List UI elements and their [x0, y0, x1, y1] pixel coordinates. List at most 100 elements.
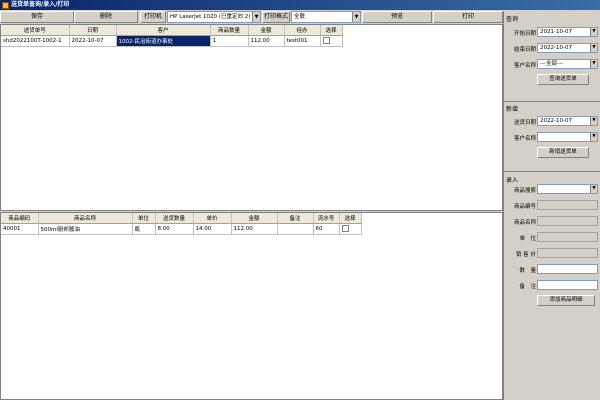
- note-label: 备 注: [519, 284, 536, 290]
- product-name-field: [537, 216, 598, 226]
- items-header-row: 商品编码 商品名称 单位 送货数量 单价 金额 备注 流水号 选择: [1, 213, 362, 224]
- column-header[interactable]: 日期: [69, 25, 117, 36]
- order-amount[interactable]: 112.00: [248, 35, 285, 47]
- quantity-label: 数 量: [519, 268, 536, 274]
- app-icon: [2, 1, 9, 9]
- sale-price-label: 销 售 价: [516, 252, 536, 258]
- start-date-label: 开始日期: [513, 31, 536, 37]
- product-search-select[interactable]: ▼: [537, 184, 598, 194]
- order-select-cell[interactable]: [320, 35, 343, 47]
- product-search-label: 商品搜索: [513, 188, 536, 194]
- product-code-field: [537, 200, 598, 210]
- column-header[interactable]: 经办: [284, 25, 321, 36]
- chevron-down-icon[interactable]: ▼: [352, 12, 360, 22]
- chevron-down-icon[interactable]: ▼: [252, 12, 260, 22]
- chevron-down-icon[interactable]: ▼: [590, 185, 597, 193]
- unit-label: 单 位: [519, 236, 536, 242]
- order-qty[interactable]: 1: [210, 35, 249, 47]
- item-select-cell[interactable]: [339, 223, 362, 235]
- query-customer-label: 客户名称: [513, 63, 536, 69]
- orders-grid[interactable]: 送货单号 日期 客户 商品数量 金额 经办 选择 shd2022100T-100…: [0, 24, 503, 211]
- start-date-value: 2021-10-07: [540, 29, 572, 35]
- table-row[interactable]: 40001 500ml厨邦酱油 瓶 8.00 14.00 112.00 60: [1, 223, 362, 235]
- window-title: 送货单查询/录入/打印: [11, 1, 70, 8]
- order-customer[interactable]: 1002-民治街道办事处: [116, 35, 211, 47]
- query-section-title: 查询: [506, 16, 519, 23]
- printer-select[interactable]: HP LaserJet 1020 (已重定向 2) ▼: [167, 11, 261, 23]
- end-date-field[interactable]: 2022-10-07 ▼: [537, 43, 598, 53]
- end-date-value: 2022-10-07: [540, 45, 572, 51]
- column-header[interactable]: 商品编码: [1, 213, 39, 224]
- column-header[interactable]: 商品数量: [210, 25, 249, 36]
- column-header[interactable]: 备注: [277, 213, 314, 224]
- right-panel: 查询 开始日期 2021-10-07 ▼ 结束日期 2022-10-07 ▼ 客…: [503, 11, 600, 400]
- new-section-title: 新增: [506, 106, 519, 113]
- table-row[interactable]: shd2022100T-1002-1 2022-10-07 1002-民治街道办…: [1, 35, 343, 47]
- entry-section-title: 录入: [506, 177, 519, 184]
- divider: [504, 171, 600, 172]
- chevron-down-icon[interactable]: ▼: [590, 60, 597, 68]
- items-table: 商品编码 商品名称 单位 送货数量 单价 金额 备注 流水号 选择 40001 …: [1, 213, 362, 235]
- chevron-down-icon[interactable]: ▼: [590, 44, 597, 52]
- query-customer-select[interactable]: ---全部--- ▼: [537, 59, 598, 69]
- print-format-select[interactable]: 全联 ▼: [291, 11, 361, 23]
- title-bar: 送货单查询/录入/打印: [0, 0, 600, 10]
- preview-button[interactable]: 预览: [362, 11, 432, 23]
- column-header[interactable]: 单位: [132, 213, 156, 224]
- unit-field: [537, 232, 598, 242]
- item-price[interactable]: 14.00: [193, 223, 232, 235]
- column-header[interactable]: 商品名称: [38, 213, 133, 224]
- orders-header-row: 送货单号 日期 客户 商品数量 金额 经办 选择: [1, 25, 343, 36]
- product-name-label: 商品名称: [513, 220, 536, 226]
- item-serial[interactable]: 60: [313, 223, 340, 235]
- select-checkbox[interactable]: [322, 37, 330, 44]
- delivery-date-field[interactable]: 2022-10-07 ▼: [537, 116, 598, 126]
- printer-value: HP LaserJet 1020 (已重定向 2): [170, 14, 251, 20]
- order-date[interactable]: 2022-10-07: [69, 35, 117, 47]
- column-header[interactable]: 单价: [193, 213, 232, 224]
- column-header[interactable]: 送货单号: [1, 25, 70, 36]
- chevron-down-icon[interactable]: ▼: [590, 28, 597, 36]
- item-qty[interactable]: 8.00: [155, 223, 194, 235]
- column-header[interactable]: 流水号: [313, 213, 340, 224]
- column-header[interactable]: 金额: [231, 213, 278, 224]
- end-date-label: 结束日期: [513, 47, 536, 53]
- new-customer-select[interactable]: ▼: [537, 132, 598, 142]
- item-code[interactable]: 40001: [1, 223, 39, 235]
- new-customer-label: 客户名称: [513, 136, 536, 142]
- column-header[interactable]: 金额: [248, 25, 285, 36]
- delivery-date-value: 2022-10-07: [540, 118, 572, 124]
- note-field[interactable]: [537, 280, 598, 290]
- save-button[interactable]: 保存: [0, 11, 74, 23]
- start-date-field[interactable]: 2021-10-07 ▼: [537, 27, 598, 37]
- item-unit[interactable]: 瓶: [132, 223, 156, 235]
- print-button[interactable]: 打印: [433, 11, 503, 23]
- new-order-button[interactable]: 新增送货单: [537, 147, 589, 158]
- delivery-date-label: 送货日期: [513, 120, 536, 126]
- query-customer-value: ---全部---: [540, 61, 563, 67]
- column-header[interactable]: 选择: [339, 213, 362, 224]
- print-format-value: 全联: [294, 14, 306, 20]
- item-name[interactable]: 500ml厨邦酱油: [38, 223, 133, 235]
- order-handler[interactable]: test001: [284, 35, 321, 47]
- chevron-down-icon[interactable]: ▼: [590, 133, 597, 141]
- toolbar: 保存 删除 打印机 HP LaserJet 1020 (已重定向 2) ▼ 打印…: [0, 11, 503, 23]
- quantity-field[interactable]: [537, 264, 598, 274]
- order-number[interactable]: shd2022100T-1002-1: [1, 35, 70, 47]
- select-checkbox[interactable]: [341, 225, 349, 232]
- item-amount[interactable]: 112.00: [231, 223, 278, 235]
- delete-button[interactable]: 删除: [74, 11, 138, 23]
- printer-label: 打印机: [140, 11, 166, 23]
- query-orders-button[interactable]: 查询送货单: [537, 74, 589, 85]
- column-header[interactable]: 客户: [116, 25, 211, 36]
- print-format-label: 打印格式: [262, 11, 290, 23]
- column-header[interactable]: 选择: [320, 25, 343, 36]
- item-note[interactable]: [277, 223, 314, 235]
- orders-table: 送货单号 日期 客户 商品数量 金额 经办 选择 shd2022100T-100…: [1, 25, 343, 47]
- column-header[interactable]: 送货数量: [155, 213, 194, 224]
- divider: [504, 101, 600, 102]
- product-code-label: 商品编号: [513, 204, 536, 210]
- add-item-button[interactable]: 添加商品明细: [537, 295, 595, 306]
- items-grid[interactable]: 商品编码 商品名称 单位 送货数量 单价 金额 备注 流水号 选择 40001 …: [0, 212, 503, 400]
- chevron-down-icon[interactable]: ▼: [590, 117, 597, 125]
